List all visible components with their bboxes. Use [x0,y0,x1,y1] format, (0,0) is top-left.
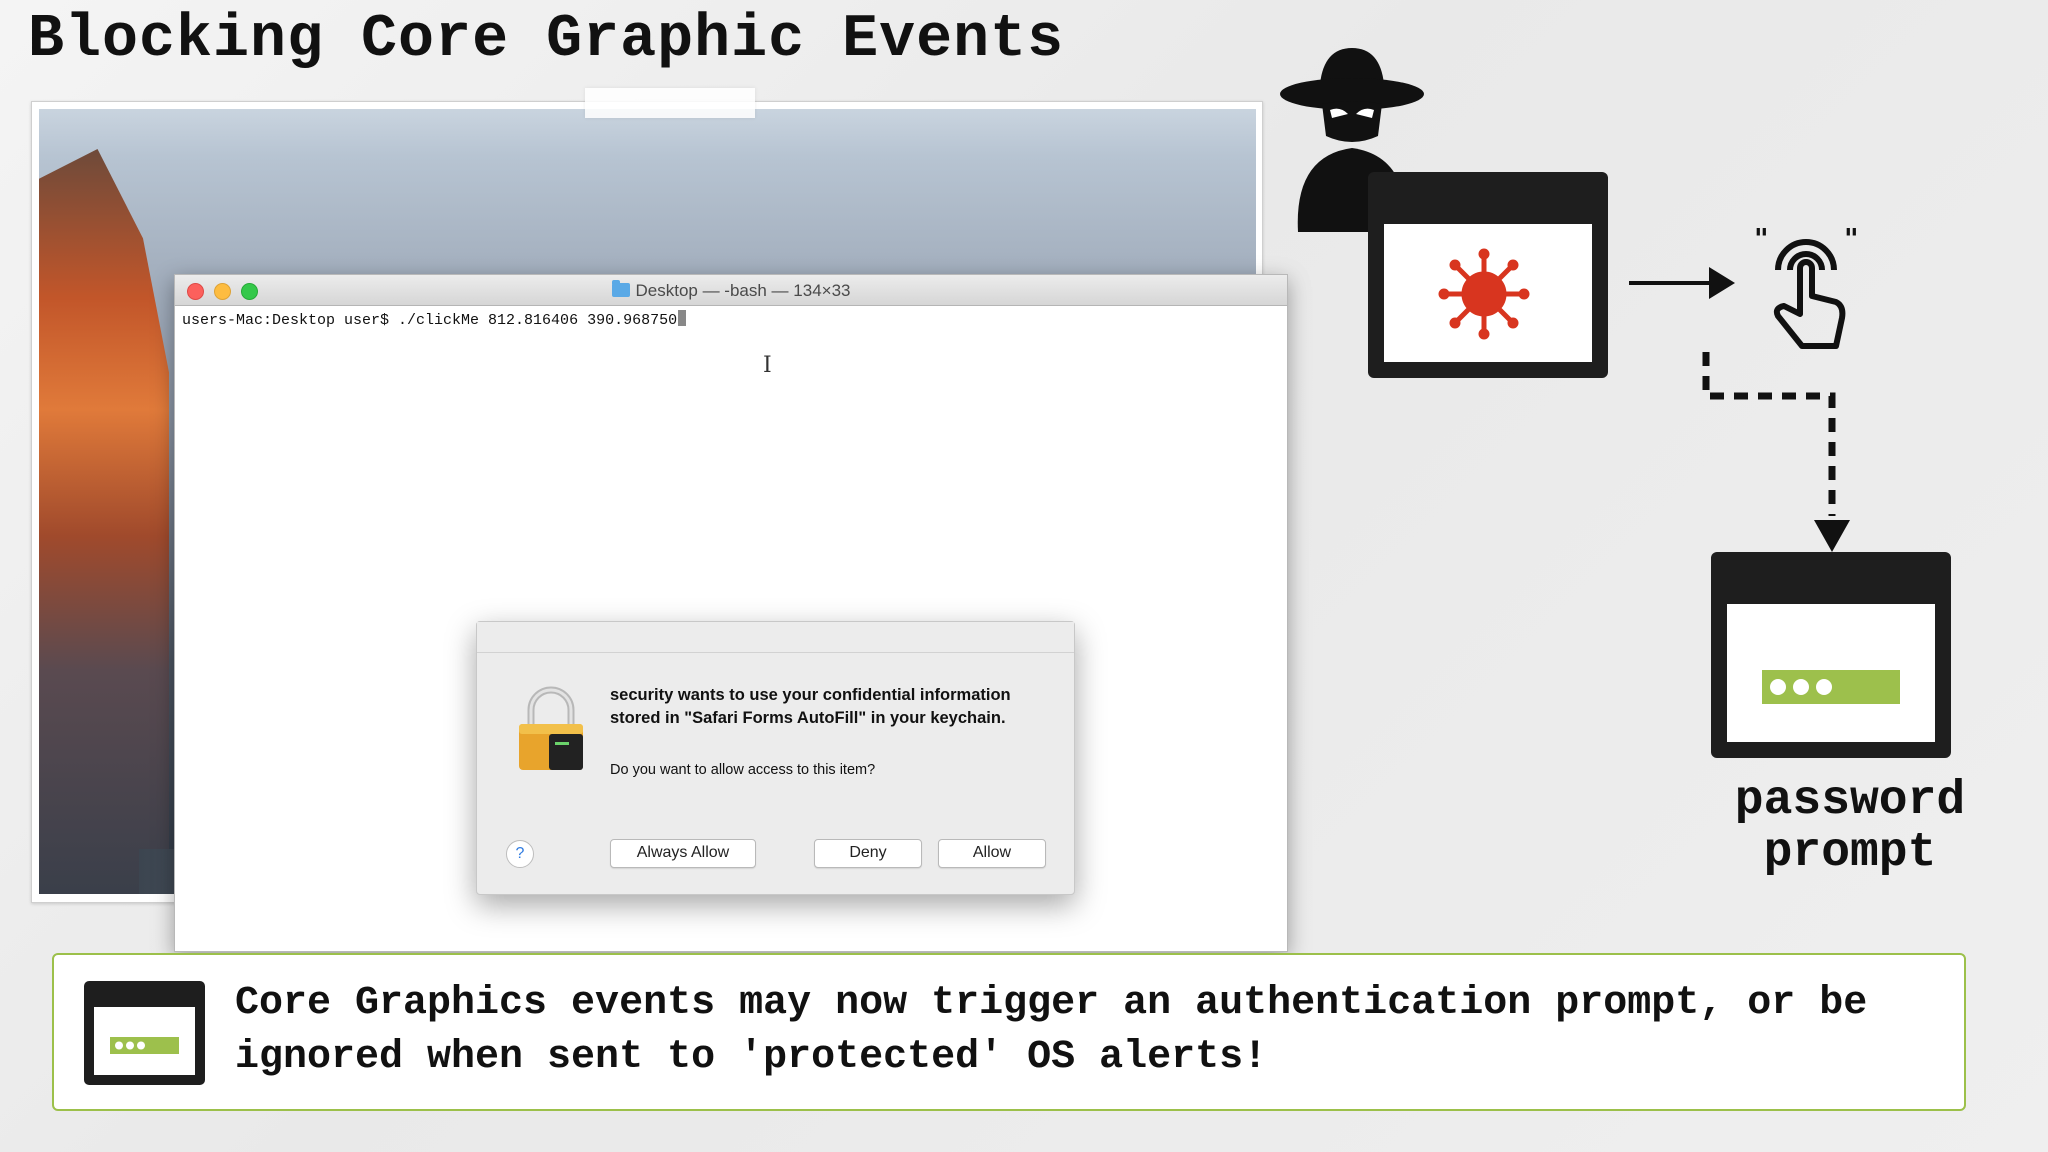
terminal-window[interactable]: Desktop — -bash — 134×33 users-Mac:Deskt… [174,274,1288,952]
password-window-icon [84,981,205,1085]
tap-gesture-icon: " " [1754,222,1859,349]
tape-strip [585,88,755,118]
arrow-right-icon [1629,267,1735,299]
lock-icon [519,686,583,770]
password-prompt-caption: password prompt [1734,774,1966,880]
malware-window-icon [1368,172,1608,378]
screenshot-frame: Desktop — -bash — 134×33 users-Mac:Deskt… [31,101,1288,952]
help-button[interactable]: ? [506,840,534,868]
keychain-access-dialog: security wants to use your confidential … [476,621,1075,895]
dialog-message: security wants to use your confidential … [610,686,1011,727]
ibeam-cursor-icon: I [763,353,772,378]
dashed-arrow-icon [1702,352,1850,552]
always-allow-button[interactable]: Always Allow [610,839,756,868]
wallpaper-mountain [39,149,169,894]
terminal-title-text: Desktop — -bash — 134×33 [635,281,851,300]
allow-button[interactable]: Allow [938,839,1046,868]
callout-box: Core Graphics events may now trigger an … [52,953,1966,1111]
dialog-titlebar [477,622,1074,653]
terminal-title: Desktop — -bash — 134×33 [175,280,1287,301]
terminal-titlebar[interactable]: Desktop — -bash — 134×33 [175,275,1287,306]
terminal-body[interactable]: users-Mac:Desktop user$ ./clickMe 812.81… [175,306,1287,333]
svg-text:": " [1844,222,1859,255]
svg-text:": " [1754,222,1769,255]
password-prompt-window-icon [1711,552,1951,758]
deny-button[interactable]: Deny [814,839,922,868]
text-cursor [678,310,687,326]
folder-icon [611,280,630,297]
terminal-prompt-line: users-Mac:Desktop user$ ./clickMe 812.81… [182,312,678,329]
callout-text: Core Graphics events may now trigger an … [235,981,1868,1080]
dialog-question: Do you want to allow access to this item… [610,762,876,778]
slide-title: Blocking Core Graphic Events [28,6,1065,74]
